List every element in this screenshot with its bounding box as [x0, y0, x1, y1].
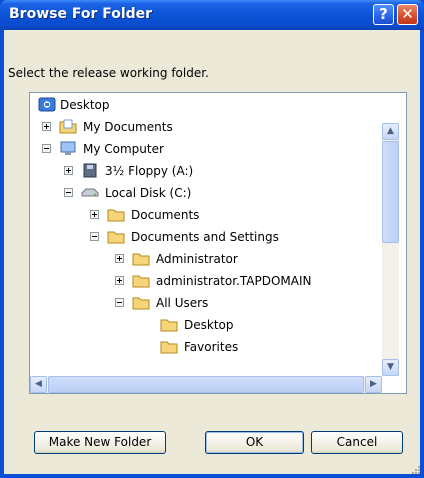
vertical-scrollbar[interactable]: ▲ ▼	[382, 123, 399, 376]
folder-icon	[132, 275, 150, 288]
vertical-scroll-thumb[interactable]	[382, 141, 399, 243]
tree-item-label: Administrator	[156, 252, 238, 266]
collapse-icon[interactable]	[64, 188, 73, 197]
tree-item-label: 3½ Floppy (A:)	[105, 164, 194, 178]
tree-item-label: Documents and Settings	[131, 230, 279, 244]
cancel-button[interactable]: Cancel	[311, 431, 403, 454]
ok-button[interactable]: OK	[205, 431, 304, 454]
tree-item-label: Desktop	[60, 98, 110, 112]
folder-icon	[160, 341, 178, 354]
expand-icon[interactable]	[64, 166, 73, 175]
desktop-icon	[38, 97, 56, 112]
tree-item-label: Documents	[131, 208, 200, 222]
resize-grip-icon[interactable]	[410, 464, 420, 474]
close-icon: ✕	[401, 5, 414, 23]
hard-disk-icon	[81, 188, 99, 197]
scroll-right-button[interactable]: ▶	[365, 376, 382, 393]
expand-icon[interactable]	[90, 210, 99, 219]
tree-item-label: Local Disk (C:)	[105, 186, 192, 200]
scroll-left-button[interactable]: ◀	[30, 376, 47, 393]
tree-item-label: All Users	[156, 296, 209, 310]
folder-icon	[132, 297, 150, 310]
browse-for-folder-dialog: Browse For Folder ? ✕ Select the release…	[0, 0, 424, 478]
horizontal-scrollbar[interactable]: ◀ ▶	[30, 376, 382, 393]
folder-icon	[107, 231, 125, 244]
tree-item-label: Desktop	[184, 318, 234, 332]
folder-icon	[107, 209, 125, 222]
horizontal-scroll-thumb[interactable]	[48, 376, 364, 393]
question-mark-icon: ?	[379, 5, 388, 23]
expand-icon[interactable]	[42, 122, 51, 131]
tree-item-label: My Documents	[83, 120, 173, 134]
folder-icon	[160, 319, 178, 332]
dialog-title: Browse For Folder	[9, 6, 153, 22]
expand-icon[interactable]	[115, 276, 124, 285]
scroll-down-button[interactable]: ▼	[382, 359, 399, 376]
folder-icon	[132, 253, 150, 266]
collapse-icon[interactable]	[42, 144, 51, 153]
collapse-icon[interactable]	[90, 232, 99, 241]
tree-item-label: administrator.TAPDOMAIN	[156, 274, 312, 288]
tree-item-label: My Computer	[83, 142, 164, 156]
my-documents-icon	[59, 119, 77, 134]
prompt-text: Select the release working folder.	[8, 66, 209, 80]
tree-item-label: Favorites	[184, 340, 239, 354]
collapse-icon[interactable]	[115, 298, 124, 307]
floppy-drive-icon	[83, 163, 97, 178]
computer-icon	[60, 141, 76, 155]
scroll-up-button[interactable]: ▲	[382, 123, 399, 140]
close-button[interactable]: ✕	[397, 4, 418, 25]
folder-tree[interactable]: Desktop My Documents My Computer 3½ Flop…	[29, 92, 407, 394]
title-bar[interactable]: Browse For Folder ? ✕	[0, 0, 424, 30]
make-new-folder-button[interactable]: Make New Folder	[34, 431, 166, 454]
help-button[interactable]: ?	[373, 4, 394, 25]
expand-icon[interactable]	[115, 254, 124, 263]
